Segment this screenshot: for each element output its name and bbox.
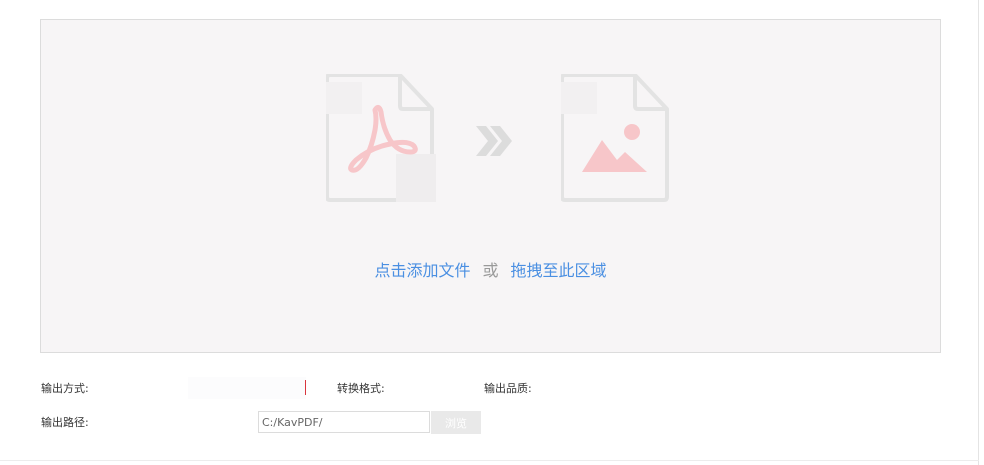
converter-window: 点击添加文件或拖拽至此区域 输出方式: 转换格式: 输出品质: 输出路径: 浏览 xyxy=(0,0,984,465)
text-cursor xyxy=(305,380,306,395)
output-mode-label: 输出方式: xyxy=(41,382,89,395)
double-chevron-right-icon xyxy=(476,126,512,156)
drag-here-link[interactable]: 拖拽至此区域 xyxy=(511,261,607,280)
output-path-input[interactable] xyxy=(258,411,430,433)
window-border-bottom xyxy=(0,460,979,461)
image-file-icon xyxy=(561,74,669,202)
output-mode-select[interactable] xyxy=(188,377,306,399)
drop-caption: 点击添加文件或拖拽至此区域 xyxy=(41,260,940,282)
browse-button[interactable]: 浏览 xyxy=(431,411,481,434)
add-file-link[interactable]: 点击添加文件 xyxy=(374,261,470,280)
pdf-file-icon xyxy=(326,74,436,202)
convert-format-label: 转换格式: xyxy=(337,382,385,395)
window-border xyxy=(978,0,979,465)
file-drop-zone[interactable]: 点击添加文件或拖拽至此区域 xyxy=(40,19,941,353)
output-path-label: 输出路径: xyxy=(41,416,89,429)
or-text: 或 xyxy=(482,261,499,280)
output-quality-label: 输出品质: xyxy=(484,382,532,395)
